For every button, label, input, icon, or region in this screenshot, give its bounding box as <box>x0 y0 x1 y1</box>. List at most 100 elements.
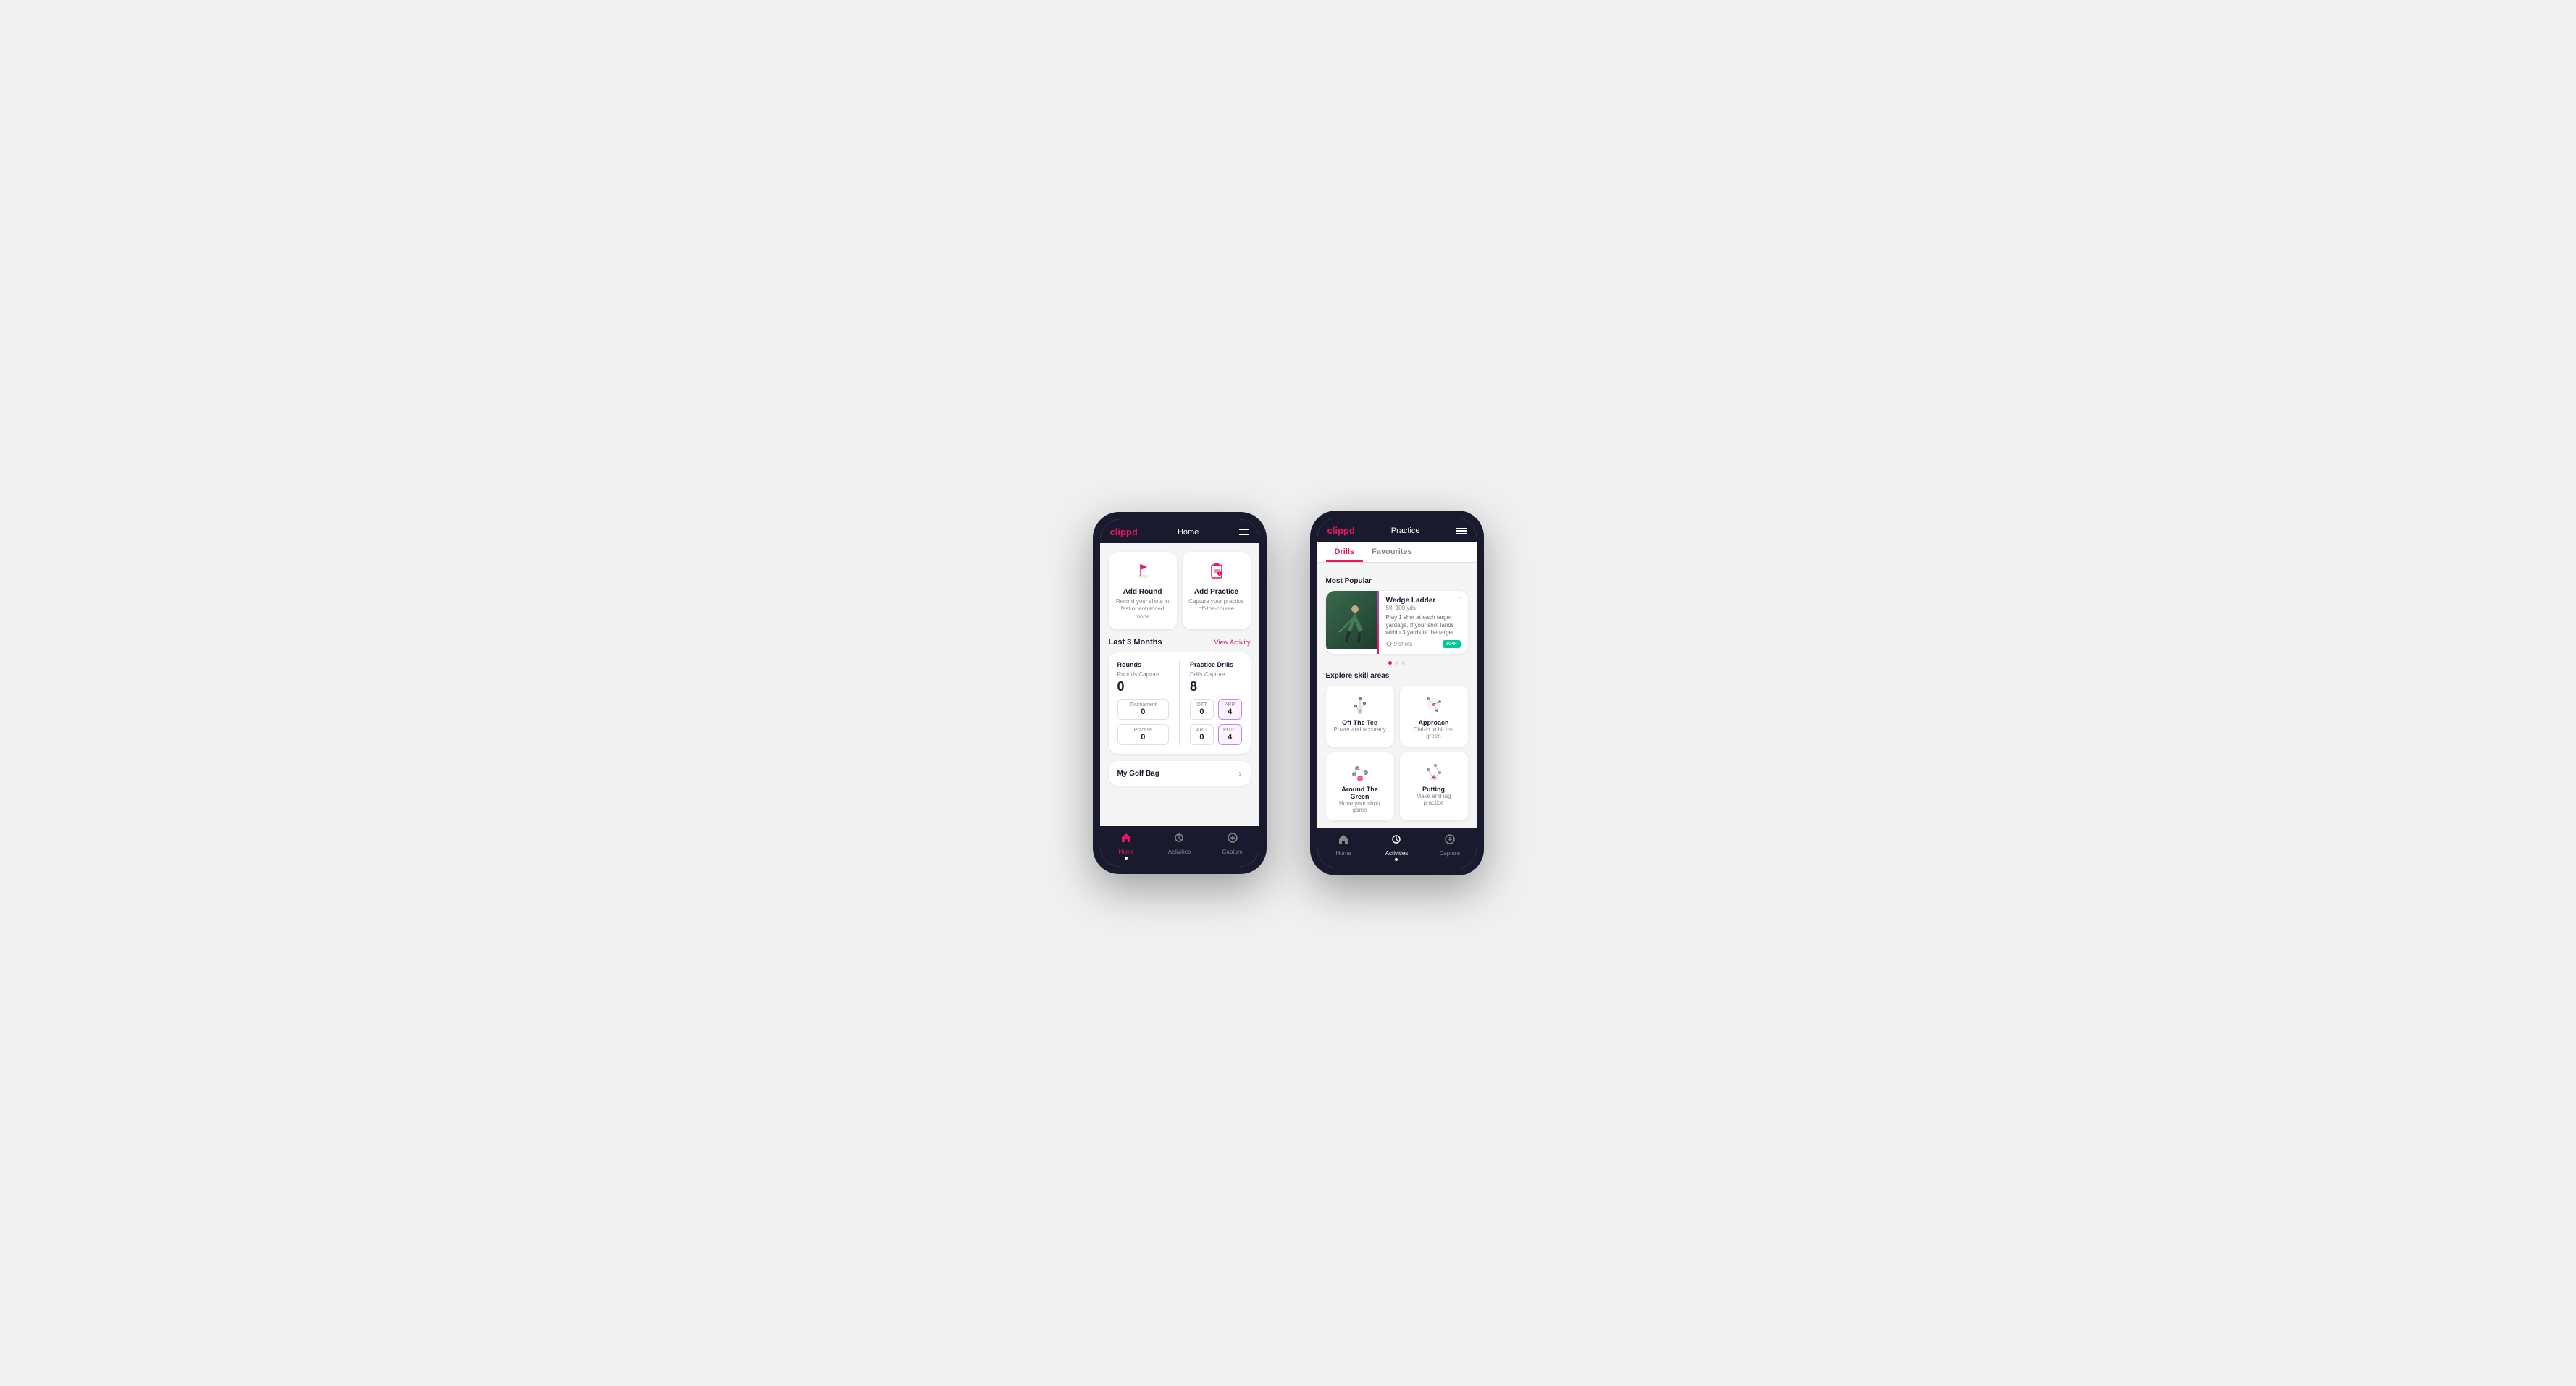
practice-activities-nav-icon <box>1390 833 1402 849</box>
rounds-capture-label: Rounds Capture <box>1117 671 1170 678</box>
nav-capture-label: Capture <box>1222 849 1243 855</box>
skill-approach[interactable]: Approach Dial-in to hit the green <box>1400 686 1468 747</box>
tournament-value: 0 <box>1123 707 1165 716</box>
nav-activities-label: Activities <box>1168 849 1191 855</box>
phone-practice: clippd Practice Drills Favourites Most P… <box>1310 511 1484 875</box>
practice-nav-home-label: Home <box>1335 850 1351 857</box>
add-practice-title: Add Practice <box>1188 588 1245 596</box>
skill-putting[interactable]: Putting Make and lag practice <box>1400 752 1468 820</box>
practice-bottom-nav: Home Activities <box>1317 828 1477 868</box>
ott-box: OTT 0 <box>1190 699 1214 720</box>
off-tee-name: Off The Tee <box>1332 719 1388 726</box>
wedge-ladder-card[interactable]: ☆ Wedge Ladder 50–100 yds Play 1 shot at… <box>1326 591 1468 653</box>
skill-around-green[interactable]: Around The Green Hone your short game <box>1326 752 1394 820</box>
practice-header: clippd Practice <box>1317 518 1477 542</box>
pagination-dots <box>1326 661 1468 665</box>
putting-icon <box>1406 760 1462 783</box>
arg-label: ARG <box>1195 728 1209 733</box>
dot-1 <box>1388 661 1392 665</box>
arg-box: ARG 0 <box>1190 724 1214 745</box>
add-practice-card[interactable]: + Add Practice Capture your practice off… <box>1183 552 1251 629</box>
add-round-card[interactable]: Add Round Record your shots in fast or e… <box>1109 552 1177 629</box>
add-round-icon <box>1115 560 1171 585</box>
view-activity-link[interactable]: View Activity <box>1214 639 1251 646</box>
putt-value: 4 <box>1223 733 1237 742</box>
drill-footer: 9 shots APP <box>1386 640 1461 648</box>
drill-title: Wedge Ladder <box>1386 597 1461 605</box>
rounds-total: 0 <box>1117 679 1170 694</box>
drill-image <box>1326 591 1377 649</box>
practice-section: Practice Drills Drills Capture 8 OTT 0 A… <box>1190 661 1242 745</box>
add-practice-desc: Capture your practice off-the-course <box>1188 598 1245 613</box>
tournament-box: Tournament 0 <box>1117 699 1170 720</box>
practice-nav-capture[interactable]: Capture <box>1423 833 1476 861</box>
app-value: 4 <box>1223 707 1237 716</box>
ott-label: OTT <box>1195 702 1209 707</box>
ott-value: 0 <box>1195 707 1209 716</box>
drills-capture-label: Drills Capture <box>1190 671 1242 678</box>
app-badge: APP <box>1443 640 1460 648</box>
practice-nav-capture-label: Capture <box>1440 850 1460 857</box>
app-label: APP <box>1223 702 1237 707</box>
home-title: Home <box>1178 528 1199 537</box>
drill-yardage: 50–100 yds <box>1386 605 1461 611</box>
add-round-title: Add Round <box>1115 588 1171 596</box>
stats-card: Rounds Rounds Capture 0 Tournament 0 Pra… <box>1109 652 1251 754</box>
around-green-desc: Hone your short game <box>1332 800 1388 813</box>
practice-menu-button[interactable] <box>1456 528 1467 534</box>
svg-text:+: + <box>1218 572 1220 576</box>
around-green-name: Around The Green <box>1332 786 1388 800</box>
golf-bag-row[interactable]: My Golf Bag › <box>1109 761 1251 786</box>
drill-info: ☆ Wedge Ladder 50–100 yds Play 1 shot at… <box>1379 591 1468 653</box>
stats-row: Rounds Rounds Capture 0 Tournament 0 Pra… <box>1117 661 1242 745</box>
drills-grid-top: OTT 0 APP 4 <box>1190 699 1242 720</box>
off-tee-icon <box>1332 693 1388 716</box>
practice-home-nav-icon <box>1338 833 1349 849</box>
tab-drills[interactable]: Drills <box>1326 542 1364 562</box>
around-green-icon <box>1332 760 1388 783</box>
arg-value: 0 <box>1195 733 1209 742</box>
practice-tabs: Drills Favourites <box>1317 542 1477 563</box>
practice-content: Most Popular <box>1317 570 1477 827</box>
practice-logo: clippd <box>1327 525 1355 536</box>
approach-name: Approach <box>1406 719 1462 726</box>
menu-button[interactable] <box>1239 529 1249 535</box>
practice-nav-activities-label: Activities <box>1385 850 1409 857</box>
off-tee-desc: Power and accuracy <box>1332 726 1388 733</box>
nav-capture[interactable]: Capture <box>1206 832 1259 860</box>
home-bottom-nav: Home Activities <box>1100 826 1259 867</box>
capture-nav-icon <box>1227 832 1238 847</box>
practice-label: Practice <box>1123 728 1165 733</box>
nav-home-dot <box>1125 857 1128 860</box>
favourite-star-icon[interactable]: ☆ <box>1457 595 1464 603</box>
section-header-months: Last 3 Months View Activity <box>1109 638 1251 647</box>
golf-bag-label: My Golf Bag <box>1117 770 1159 778</box>
nav-home[interactable]: Home <box>1100 832 1153 860</box>
activities-nav-icon <box>1173 832 1185 847</box>
home-header: clippd Home <box>1100 519 1259 543</box>
drill-description: Play 1 shot at each target yardage. If y… <box>1386 614 1461 637</box>
practice-drills-title: Practice Drills <box>1190 661 1242 668</box>
putting-name: Putting <box>1406 786 1462 793</box>
skill-off-tee[interactable]: Off The Tee Power and accuracy <box>1326 686 1394 747</box>
practice-nav-home[interactable]: Home <box>1317 833 1370 861</box>
tab-favourites[interactable]: Favourites <box>1363 542 1421 562</box>
practice-capture-nav-icon <box>1444 833 1456 849</box>
putt-label: PUTT <box>1223 728 1237 733</box>
home-nav-icon <box>1120 832 1132 847</box>
drills-grid-bottom: ARG 0 PUTT 4 <box>1190 724 1242 745</box>
golfer-image <box>1326 591 1377 649</box>
tournament-label: Tournament <box>1123 702 1165 707</box>
dot-3 <box>1401 661 1405 665</box>
skill-grid: Off The Tee Power and accuracy <box>1326 686 1468 820</box>
practice-nav-activities-dot <box>1395 858 1398 861</box>
app-box: APP 4 <box>1218 699 1242 720</box>
phone-home: clippd Home Add <box>1093 512 1267 874</box>
rounds-section: Rounds Rounds Capture 0 Tournament 0 Pra… <box>1117 661 1170 745</box>
months-label: Last 3 Months <box>1109 638 1162 647</box>
practice-title: Practice <box>1391 526 1420 535</box>
add-practice-icon: + <box>1188 560 1245 585</box>
practice-nav-activities[interactable]: Activities <box>1370 833 1423 861</box>
shots-label: 9 shots <box>1386 641 1413 647</box>
nav-activities[interactable]: Activities <box>1153 832 1206 860</box>
